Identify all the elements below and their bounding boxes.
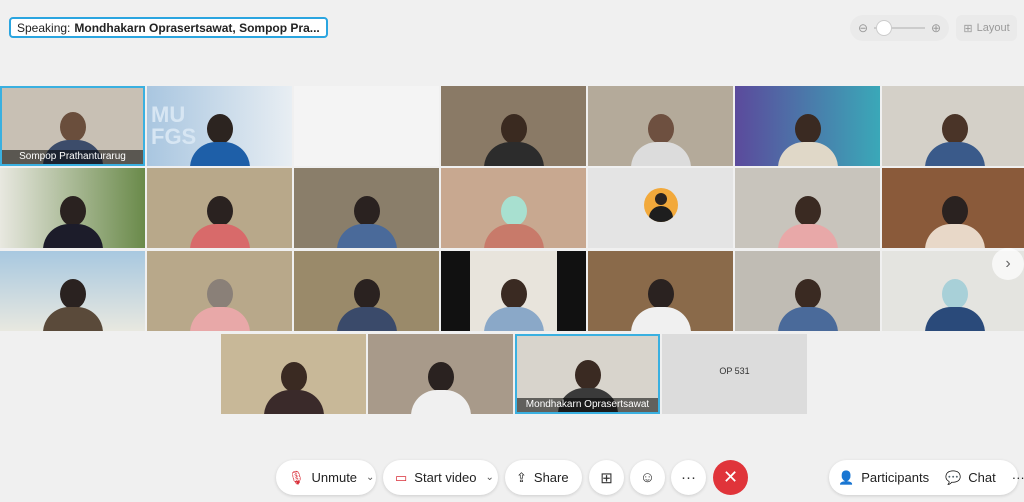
start-video-label: Start video [414, 470, 477, 485]
more-options-button[interactable]: ··· [671, 460, 706, 495]
layout-label: Layout [976, 22, 1010, 34]
video-tile[interactable]: Mondhakarn Oprasertsawat [515, 334, 660, 414]
participant-video [263, 362, 324, 414]
participant-video [410, 362, 471, 414]
participant-name: Mondhakarn Oprasertsawat [517, 398, 658, 412]
apps-button[interactable]: ⊞ [589, 460, 624, 495]
video-tile[interactable] [735, 86, 880, 166]
video-tile[interactable] [588, 251, 733, 331]
participant-video [777, 114, 838, 166]
unmute-label: Unmute [311, 470, 358, 485]
participant-video [42, 196, 103, 248]
video-tile[interactable]: Sompop Prathanturarug [0, 86, 145, 166]
video-tile[interactable] [441, 168, 586, 248]
chat-button[interactable]: 💬 Chat [937, 470, 1004, 486]
participant-video [924, 279, 985, 331]
right-panel-toolbar: 👤 Participants 💬 Chat ··· [829, 460, 1024, 495]
video-tile-empty [294, 86, 439, 166]
video-tile[interactable] [882, 86, 1024, 166]
video-tile[interactable] [147, 168, 292, 248]
zoom-out-icon[interactable]: ⊖ [858, 21, 868, 35]
participant-name: Sompop Prathanturarug [2, 150, 143, 164]
speaking-names: Mondhakarn Oprasertsawat, Sompop Pra... [74, 20, 320, 35]
participant-video [189, 279, 250, 331]
video-tile[interactable] [735, 251, 880, 331]
zoom-track[interactable] [874, 20, 925, 36]
participant-video [483, 114, 544, 166]
more-label: ··· [681, 469, 696, 486]
participant-avatar [644, 188, 678, 222]
participant-video [630, 114, 691, 166]
overflow-button[interactable]: ··· [1004, 470, 1024, 485]
participant-video [336, 196, 397, 248]
video-tile[interactable]: MU FGS [147, 86, 292, 166]
video-tile[interactable] [588, 86, 733, 166]
share-icon: ⇪ [516, 469, 527, 485]
grid-layout-icon: ⊞ [963, 22, 973, 35]
zoom-slider[interactable]: ⊖ ⊕ [850, 15, 949, 41]
chevron-down-icon[interactable]: ⌄ [366, 472, 374, 483]
apps-grid-icon: ⊞ [600, 469, 613, 487]
video-tile[interactable] [882, 168, 1024, 248]
start-video-button[interactable]: ▭ Start video ⌄ [383, 460, 498, 495]
chat-label: Chat [968, 470, 996, 485]
overflow-label: ··· [1011, 470, 1024, 485]
participant-video [189, 196, 250, 248]
video-grid: Sompop Prathanturarug MU FGS Mondhakarn … [0, 86, 1024, 416]
video-tile[interactable] [735, 168, 880, 248]
video-tile[interactable] [0, 168, 145, 248]
layout-button[interactable]: ⊞ Layout [956, 15, 1017, 41]
participant-video [777, 196, 838, 248]
video-tile[interactable] [0, 251, 145, 331]
chat-bubble-icon: 💬 [945, 469, 962, 485]
participant-video [630, 279, 691, 331]
video-tile[interactable] [294, 168, 439, 248]
video-tile-no-video[interactable]: OP 531 [662, 334, 807, 414]
participant-video [924, 114, 985, 166]
video-tile[interactable] [588, 168, 733, 248]
share-button[interactable]: ⇪ Share [505, 460, 582, 495]
participant-video [924, 196, 985, 248]
chevron-down-icon[interactable]: ⌄ [485, 472, 493, 483]
microphone-muted-icon: 🎙 [288, 469, 305, 485]
smiley-icon: ☺ [639, 469, 656, 486]
leave-meeting-button[interactable]: ✕ [713, 460, 748, 495]
video-tile[interactable] [441, 86, 586, 166]
video-tile[interactable] [368, 334, 513, 414]
video-tile[interactable] [294, 251, 439, 331]
video-off-icon: ▭ [395, 469, 408, 485]
person-icon: 👤 [838, 469, 855, 485]
participant-label: OP 531 [719, 366, 750, 376]
participant-video [777, 279, 838, 331]
participants-button[interactable]: 👤 Participants [829, 470, 937, 486]
participant-video [189, 114, 250, 166]
video-tile[interactable] [221, 334, 366, 414]
reactions-button[interactable]: ☺ [630, 460, 665, 495]
share-label: Share [533, 470, 569, 485]
participants-label: Participants [861, 470, 930, 485]
video-tile[interactable] [147, 251, 292, 331]
unmute-button[interactable]: 🎙 Unmute ⌄ [276, 460, 376, 495]
participant-video [336, 279, 397, 331]
participant-video [483, 279, 544, 331]
zoom-knob[interactable] [876, 20, 893, 36]
speaking-prefix: Speaking: [17, 20, 71, 35]
participant-video [483, 196, 544, 248]
zoom-in-icon[interactable]: ⊕ [931, 21, 941, 35]
video-tile[interactable] [441, 251, 586, 331]
close-icon: ✕ [722, 467, 739, 487]
next-page-chevron-icon[interactable]: › [992, 248, 1024, 280]
participant-video [42, 279, 103, 331]
active-speaker-banner: Speaking: Mondhakarn Oprasertsawat, Somp… [9, 17, 328, 38]
